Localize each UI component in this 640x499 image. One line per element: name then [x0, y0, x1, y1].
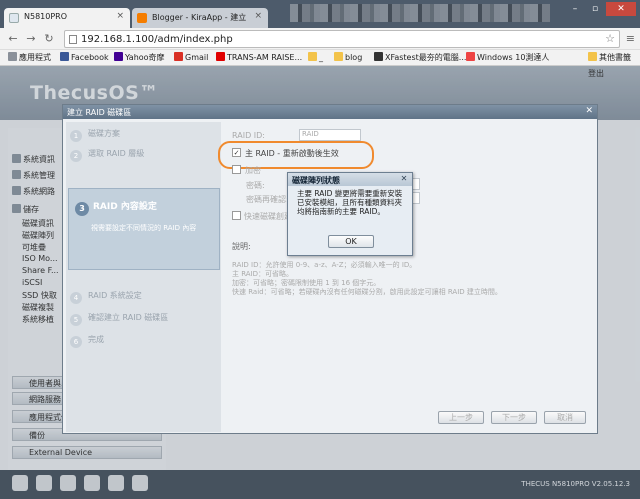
- forward-icon[interactable]: →: [24, 32, 38, 46]
- quick-raid-label: 快速磁碟創建: [244, 212, 292, 221]
- folder-icon: [334, 52, 343, 61]
- browser-toolbar: ← → ↻ 192.168.1.100/adm/index.php ☆ ≡: [0, 28, 640, 50]
- close-window-icon[interactable]: ✕: [606, 2, 636, 16]
- windows-icon: [466, 52, 475, 61]
- next-button[interactable]: 下一步: [491, 411, 537, 424]
- maximize-icon[interactable]: ▫: [586, 2, 604, 16]
- bookmark-label: Yahoo奇摩: [125, 53, 165, 62]
- bookmark-label: _: [319, 53, 323, 62]
- step-label: RAID 系統設定: [88, 291, 142, 300]
- page-icon: [69, 35, 77, 44]
- step-label: 確認建立 RAID 磁碟區: [88, 313, 169, 322]
- step-number: 3: [75, 202, 89, 216]
- message-title-bar: 磁碟陣列狀態: [288, 173, 412, 186]
- facebook-icon: [60, 52, 69, 61]
- page-icon: [9, 13, 19, 23]
- bookmark-transam[interactable]: TRANS-AM RAISE...: [216, 52, 302, 62]
- note-quick-raid: 快速 Raid：可省略；若硬碟內沒有任何磁碟分割，啟用此設定可讓相 RAID 建…: [232, 288, 502, 296]
- folder-icon: [308, 52, 317, 61]
- minimize-icon[interactable]: –: [566, 2, 584, 16]
- blurred-tab-area: [290, 4, 550, 22]
- close-icon[interactable]: ×: [116, 11, 124, 21]
- xfastest-icon: [374, 52, 383, 61]
- bookmark-label: 其他書籤: [599, 53, 631, 62]
- bookmark-label: XFastest最夯的電腦...: [385, 53, 467, 62]
- step-raid-level: 2 選取 RAID 層級: [70, 148, 220, 164]
- step-number: 5: [70, 314, 82, 326]
- browser-tabbar: N5810PRO × Blogger - KiraApp - 建立 × – ▫ …: [0, 0, 640, 28]
- bookmark-xfastest[interactable]: XFastest最夯的電腦...: [374, 52, 466, 63]
- cancel-button[interactable]: 取消: [544, 411, 586, 424]
- step-confirm: 5 確認建立 RAID 磁碟區: [70, 312, 220, 328]
- gmail-icon: [174, 52, 183, 61]
- bookmarks-bar: 應用程式 Facebook Yahoo奇摩 Gmail TRANS-AM RAI…: [0, 50, 640, 66]
- bookmark-blog[interactable]: blog: [334, 52, 362, 62]
- encrypt-label: 加密: [245, 166, 261, 175]
- step-raid-properties: 3 RAID 內容設定 視需要設定不同情況的 RAID 內容: [68, 188, 220, 270]
- step-description: 視需要設定不同情況的 RAID 內容: [91, 224, 197, 232]
- tab-blogger[interactable]: Blogger - KiraApp - 建立 ×: [132, 8, 268, 28]
- step-raid-system: 4 RAID 系統設定: [70, 290, 220, 306]
- confirm-password-label: 密碼再確認:: [246, 195, 289, 204]
- close-icon[interactable]: ✕: [585, 106, 593, 116]
- orange-highlight: [218, 141, 374, 169]
- step-number: 2: [70, 150, 82, 162]
- bookmark-folder[interactable]: _: [308, 52, 323, 62]
- message-title: 磁碟陣列狀態: [292, 176, 340, 185]
- tab-title: N5810PRO: [24, 12, 68, 21]
- bookmark-label: blog: [345, 53, 363, 62]
- folder-icon: [588, 52, 597, 61]
- url-text: 192.168.1.100/adm/index.php: [81, 34, 233, 45]
- wizard-title-bar: 建立 RAID 磁碟區 ✕: [63, 105, 597, 119]
- wizard-steps: 1 磁碟方案 2 選取 RAID 層級 3 RAID 內容設定 視需要設定不同情況的 …: [66, 122, 221, 432]
- step-disk-plan: 1 磁碟方案: [70, 128, 220, 144]
- bookmark-label: 應用程式: [19, 53, 51, 62]
- step-label: 完成: [88, 335, 104, 344]
- bookmark-apps[interactable]: 應用程式: [8, 52, 51, 63]
- password-label: 密碼:: [246, 181, 265, 190]
- step-finish: 6 完成: [70, 334, 220, 350]
- message-box: 磁碟陣列狀態 ✕ 主要 RAID 變更將需要重新安裝已安裝模組，且所有種類資料夾…: [287, 172, 413, 256]
- apps-icon: [8, 52, 17, 61]
- bookmark-windows10[interactable]: Windows 10測達人: [466, 52, 549, 63]
- quick-raid-checkbox[interactable]: [232, 211, 241, 220]
- ok-button[interactable]: OK: [328, 235, 374, 248]
- back-icon[interactable]: ←: [6, 32, 20, 46]
- bookmark-other[interactable]: 其他書籤: [588, 52, 631, 63]
- explain-title: 說明:: [232, 242, 251, 251]
- step-label: 磁碟方案: [88, 129, 120, 138]
- menu-icon[interactable]: ≡: [626, 32, 635, 45]
- youtube-icon: [216, 52, 225, 61]
- raid-id-label: RAID ID:: [232, 131, 265, 140]
- bookmark-star-icon[interactable]: ☆: [605, 32, 615, 45]
- step-number: 6: [70, 336, 82, 348]
- bookmark-label: Windows 10測達人: [477, 53, 550, 62]
- bookmark-label: Facebook: [71, 53, 109, 62]
- step-label: RAID 內容設定: [93, 202, 157, 212]
- bookmark-label: Gmail: [185, 53, 209, 62]
- yahoo-icon: [114, 52, 123, 61]
- step-number: 1: [70, 130, 82, 142]
- wizard-title: 建立 RAID 磁碟區: [67, 108, 132, 117]
- bookmark-facebook[interactable]: Facebook: [60, 52, 109, 62]
- prev-button[interactable]: 上一步: [438, 411, 484, 424]
- reload-icon[interactable]: ↻: [42, 32, 56, 46]
- tab-title: Blogger - KiraApp - 建立: [152, 13, 247, 22]
- step-number: 4: [70, 292, 82, 304]
- step-label: 選取 RAID 層級: [88, 149, 145, 158]
- address-bar[interactable]: 192.168.1.100/adm/index.php ☆: [64, 30, 620, 48]
- close-icon[interactable]: ✕: [399, 174, 409, 184]
- encrypt-checkbox[interactable]: [232, 165, 241, 174]
- close-icon[interactable]: ×: [254, 11, 262, 21]
- bookmark-label: TRANS-AM RAISE...: [227, 53, 303, 62]
- raid-id-input[interactable]: RAID: [299, 129, 361, 141]
- bookmark-gmail[interactable]: Gmail: [174, 52, 208, 62]
- bookmark-yahoo[interactable]: Yahoo奇摩: [114, 52, 165, 63]
- message-text: 主要 RAID 變更將需要重新安裝已安裝模組，且所有種類資料夾均將指南新的主要 …: [297, 189, 403, 216]
- tab-n5810pro[interactable]: N5810PRO ×: [4, 8, 130, 28]
- blogger-icon: [137, 13, 147, 23]
